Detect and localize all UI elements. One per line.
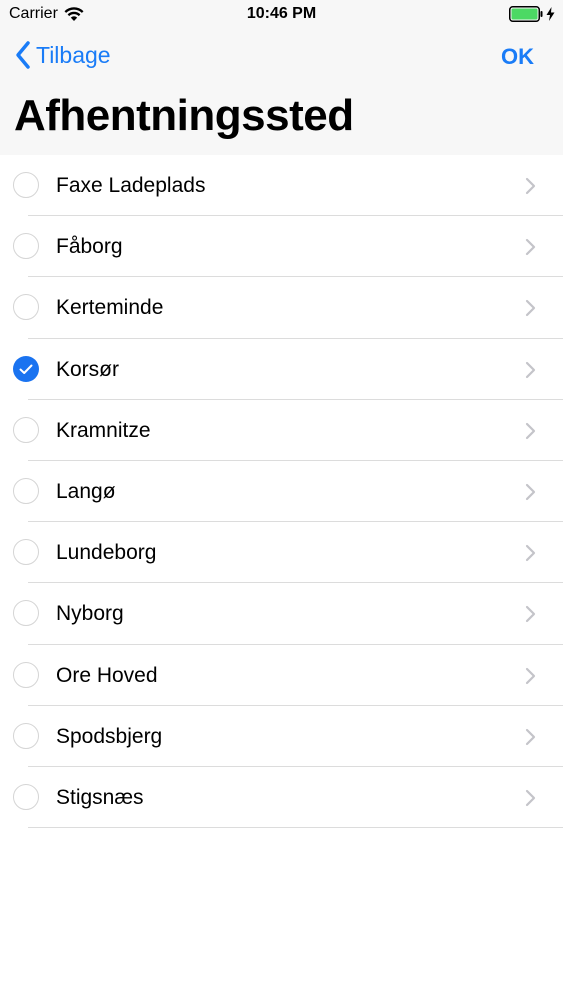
radio-button[interactable]	[13, 294, 39, 321]
chevron-right-icon	[525, 545, 536, 562]
radio-button[interactable]	[13, 783, 39, 810]
battery-indicator	[509, 6, 555, 22]
chevron-right-icon	[525, 422, 536, 439]
location-label: Spodsbjerg	[56, 724, 163, 748]
chevron-right-icon	[525, 483, 536, 501]
chevron-right-icon	[525, 361, 536, 378]
status-time: 10:46 PM	[246, 5, 317, 22]
radio-button-checked[interactable]	[13, 355, 39, 382]
list-item[interactable]: Fåborg	[0, 216, 563, 278]
ok-button[interactable]: OK	[501, 44, 534, 70]
radio-button[interactable]	[13, 661, 39, 688]
location-label: Korsør	[56, 357, 119, 381]
location-label: Faxe Ladeplads	[56, 174, 206, 197]
radio-button[interactable]	[13, 722, 39, 749]
list-item[interactable]: Stigsnæs	[0, 767, 563, 829]
status-bar: Carrier 10:46 PM	[0, 0, 563, 30]
back-button-label: Tilbage	[36, 41, 111, 68]
chevron-right-icon	[525, 667, 536, 684]
list-item[interactable]: Kerteminde	[0, 277, 563, 339]
list-item[interactable]: Korsør	[0, 339, 563, 400]
chevron-right-icon	[525, 606, 536, 623]
location-label: Kramnitze	[56, 418, 151, 442]
location-list: Faxe Ladeplads Fåborg Kerteminde Korsør …	[0, 155, 563, 829]
radio-button[interactable]	[13, 416, 39, 443]
list-item[interactable]: Kramnitze	[0, 400, 563, 461]
list-item[interactable]: Spodsbjerg	[0, 706, 563, 767]
location-label: Nyborg	[56, 602, 124, 626]
location-label: Langø	[56, 479, 116, 503]
location-label: Lundeborg	[56, 541, 157, 565]
radio-button[interactable]	[13, 477, 39, 504]
radio-button[interactable]	[13, 172, 39, 198]
radio-button[interactable]	[13, 233, 39, 260]
list-item[interactable]: Langø	[0, 461, 563, 523]
chevron-right-icon	[525, 728, 536, 745]
chevron-right-icon	[525, 177, 536, 195]
location-label: Ore Hoved	[56, 663, 158, 687]
chevron-right-icon	[525, 300, 536, 317]
location-label: Kerteminde	[56, 296, 164, 320]
radio-button[interactable]	[13, 539, 39, 566]
list-item[interactable]: Faxe Ladeplads	[0, 155, 563, 217]
location-label: Fåborg	[56, 235, 123, 259]
screen: Carrier 10:46 PM Tilbage OK Afhentningss…	[0, 0, 563, 1000]
list-item[interactable]: Nyborg	[0, 583, 563, 645]
list-item[interactable]: Ore Hoved	[0, 645, 563, 706]
radio-button[interactable]	[13, 600, 39, 627]
checkmark-icon	[19, 364, 33, 374]
back-button[interactable]: Tilbage	[14, 40, 111, 70]
back-chevron-icon	[16, 41, 30, 69]
chevron-right-icon	[525, 789, 536, 806]
chevron-right-icon	[525, 239, 536, 256]
battery-icon	[509, 6, 543, 22]
list-item[interactable]: Lundeborg	[0, 522, 563, 584]
charging-bolt-icon	[546, 7, 555, 21]
location-label: Stigsnæs	[56, 785, 144, 809]
row-separator	[28, 827, 563, 829]
page-title: Afhentningssted	[14, 91, 354, 140]
header-area: Carrier 10:46 PM Tilbage OK Afhentningss…	[0, 0, 563, 155]
